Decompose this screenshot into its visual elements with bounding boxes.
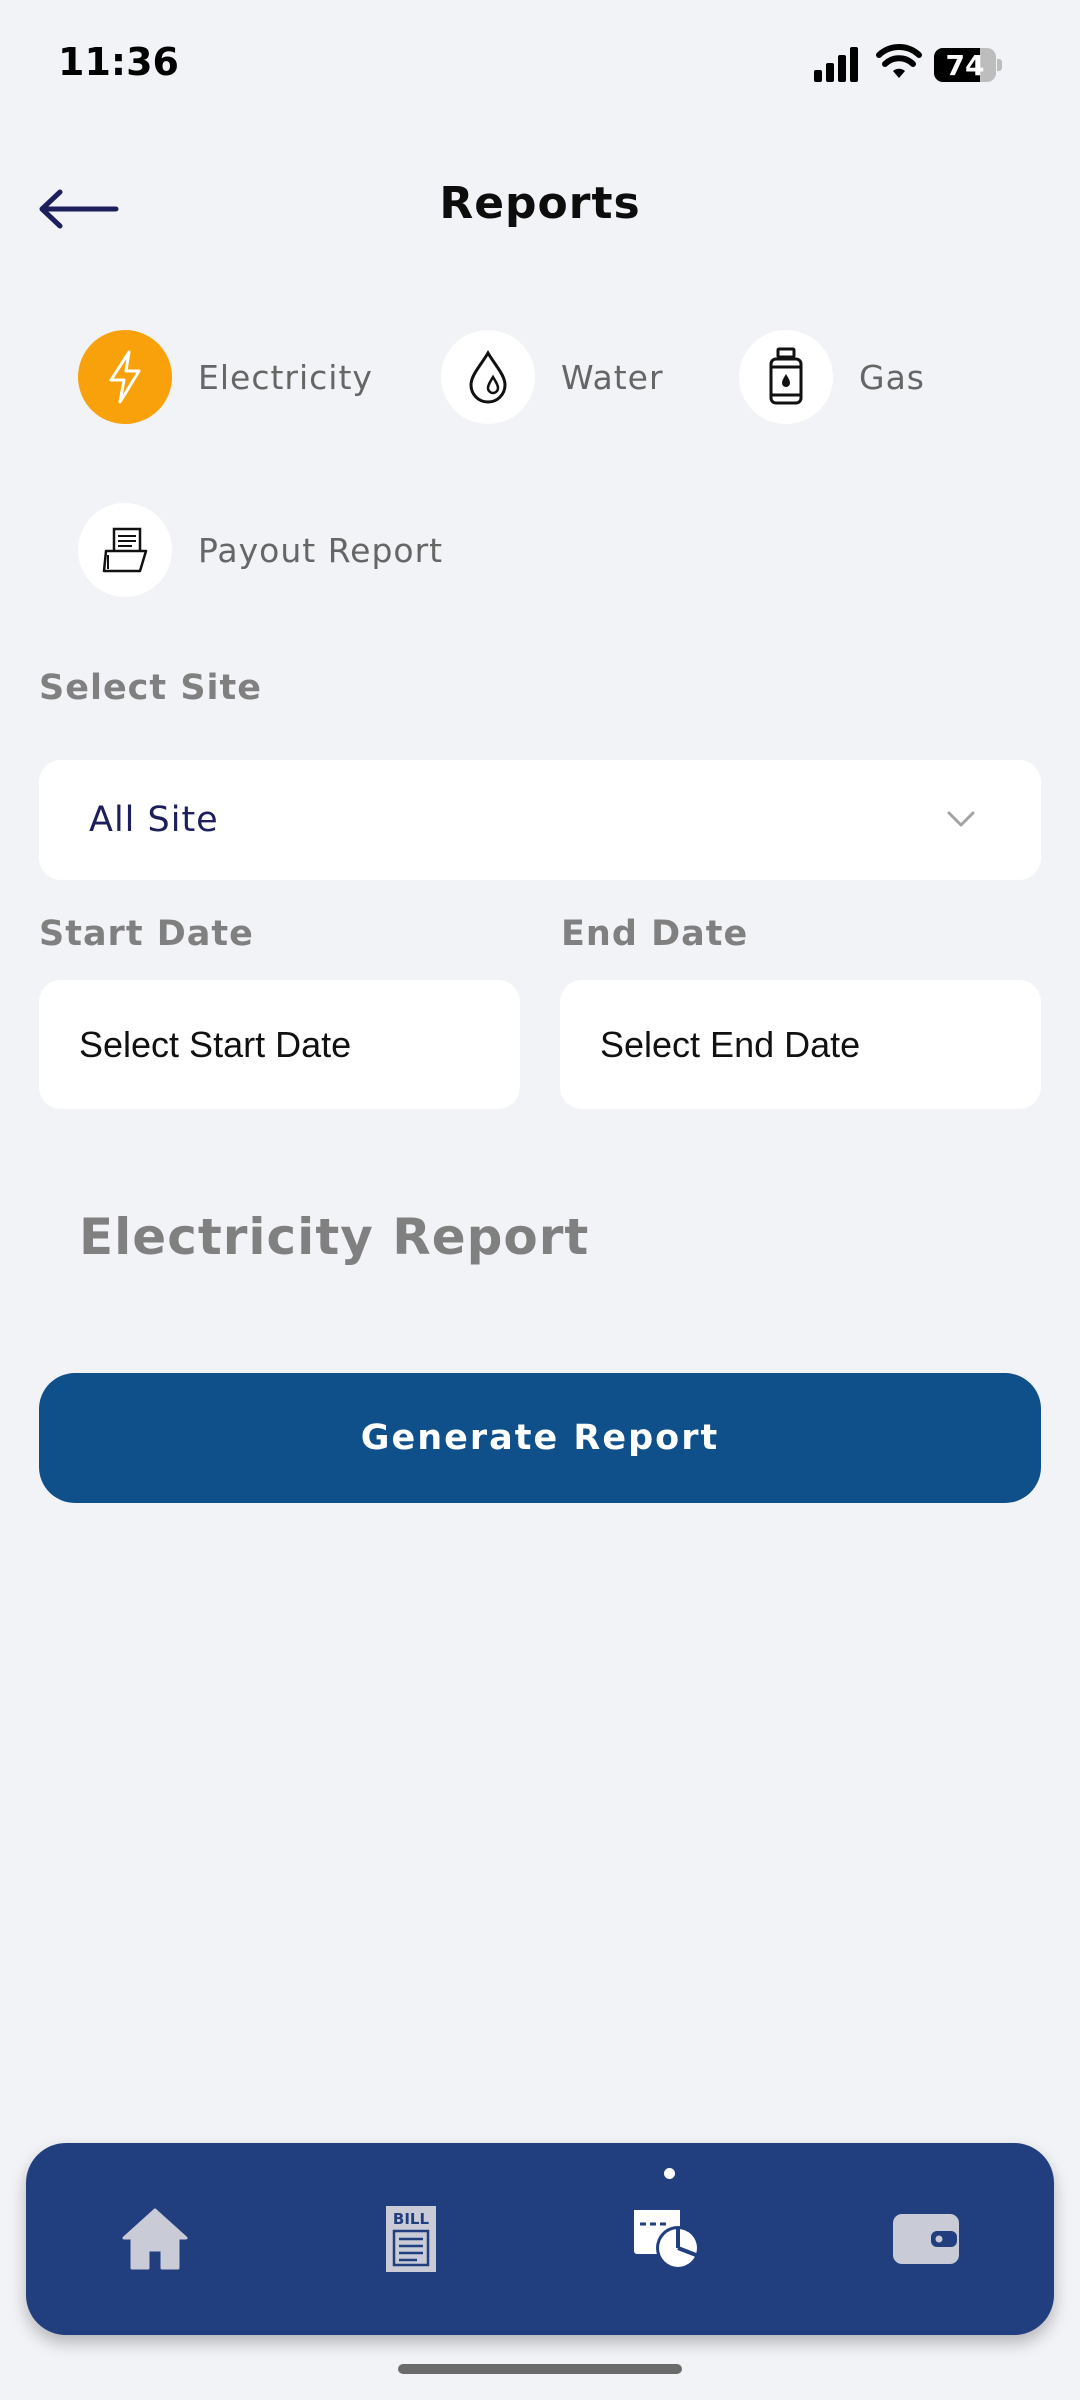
end-date-field[interactable]: Select End Date [560, 980, 1041, 1109]
home-icon [122, 2208, 188, 2270]
tab-water-label: Water [561, 357, 664, 397]
tab-gas[interactable]: Gas [739, 329, 925, 425]
tab-electricity[interactable]: Electricity [78, 329, 373, 425]
gas-icon-circle [739, 330, 833, 424]
tab-payout-report[interactable]: Payout Report [78, 502, 443, 598]
bill-icon: BILL [386, 2206, 436, 2272]
nav-wallet[interactable] [856, 2143, 996, 2335]
start-date-label: Start Date [39, 914, 254, 954]
start-date-field[interactable]: Select Start Date [39, 980, 520, 1109]
page-title: Reports [439, 178, 641, 229]
electricity-icon-circle [78, 330, 172, 424]
tab-electricity-label: Electricity [198, 357, 373, 397]
bill-icon-text: BILL [393, 2210, 430, 2228]
nav-bill[interactable]: BILL [341, 2143, 481, 2335]
water-icon-circle [441, 330, 535, 424]
report-title: Electricity Report [79, 1208, 590, 1266]
wallet-icon [893, 2214, 959, 2264]
water-drop-icon [469, 350, 507, 404]
lightning-bolt-icon [109, 350, 141, 404]
battery-indicator: 74 [934, 48, 1002, 82]
end-date-placeholder: Select End Date [600, 1023, 861, 1065]
site-dropdown-value: All Site [89, 800, 219, 840]
gas-cylinder-icon [769, 347, 803, 405]
nav-home[interactable] [85, 2143, 225, 2335]
generate-report-button[interactable]: Generate Report [39, 1373, 1041, 1503]
site-dropdown[interactable]: All Site [39, 760, 1041, 880]
payout-report-icon [102, 527, 148, 573]
tab-gas-label: Gas [859, 357, 925, 397]
home-indicator [398, 2364, 682, 2374]
select-site-label: Select Site [39, 668, 263, 708]
end-date-label: End Date [561, 914, 749, 954]
generate-report-label: Generate Report [360, 1418, 720, 1458]
payout-report-icon-circle [78, 503, 172, 597]
tab-water[interactable]: Water [441, 329, 664, 425]
reports-chart-icon [634, 2210, 700, 2270]
chevron-down-icon [947, 811, 975, 827]
battery-percent: 74 [945, 48, 985, 82]
wifi-icon [876, 44, 922, 78]
bottom-navigation: BILL [26, 2143, 1054, 2335]
start-date-placeholder: Select Start Date [79, 1023, 352, 1065]
tab-payout-report-label: Payout Report [198, 530, 444, 570]
status-time: 11:36 [58, 40, 179, 84]
active-nav-indicator-dot [664, 2168, 675, 2179]
cellular-signal-icon [814, 47, 858, 82]
